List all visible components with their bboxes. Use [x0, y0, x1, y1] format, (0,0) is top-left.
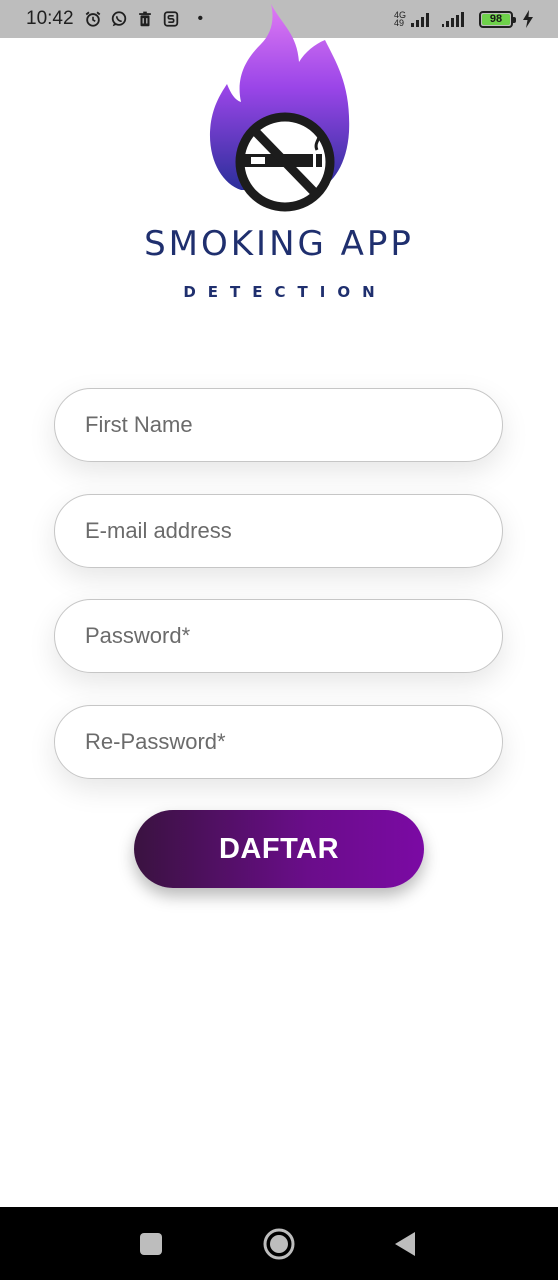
alarm-icon [85, 11, 100, 27]
status-time: 10:42 [26, 8, 74, 29]
back-button[interactable] [365, 1207, 445, 1280]
status-right: 4G 49 98 [394, 10, 534, 28]
register-screen: 10:42 • 4G 49 98 SMOKING APP DETECTION F… [0, 0, 558, 1280]
repassword-field[interactable] [54, 705, 503, 779]
signal-icon [411, 13, 429, 27]
battery-level: 98 [489, 13, 503, 25]
app-title: SMOKING APP [144, 224, 414, 264]
first-name-input[interactable] [55, 389, 502, 461]
status-left: 10:42 • [26, 8, 203, 30]
first-name-field[interactable] [54, 388, 503, 462]
signal-icon [442, 12, 464, 27]
trash-icon [138, 11, 151, 27]
whatsapp-icon [111, 11, 126, 27]
repassword-input[interactable] [55, 706, 502, 778]
daftar-button[interactable]: DAFTAR [134, 810, 424, 888]
email-input[interactable] [55, 495, 502, 567]
app-subtitle: DETECTION [183, 283, 387, 301]
network-type-label: 4G 49 [393, 11, 406, 28]
navigation-bar [0, 1207, 558, 1280]
s-app-icon [163, 11, 178, 27]
password-input[interactable] [55, 600, 502, 672]
recents-button[interactable] [111, 1207, 191, 1280]
dot-icon: • [197, 10, 204, 27]
back-icon [395, 1231, 415, 1256]
home-icon [263, 1228, 295, 1259]
network-type-bottom: 49 [393, 18, 404, 28]
smoking-app-logo-icon [209, 4, 350, 212]
recents-icon [140, 1232, 162, 1255]
battery-indicator: 98 [479, 10, 516, 28]
charging-icon [523, 10, 533, 28]
email-field[interactable] [54, 494, 503, 568]
password-field[interactable] [54, 599, 503, 673]
home-button[interactable] [239, 1207, 319, 1280]
